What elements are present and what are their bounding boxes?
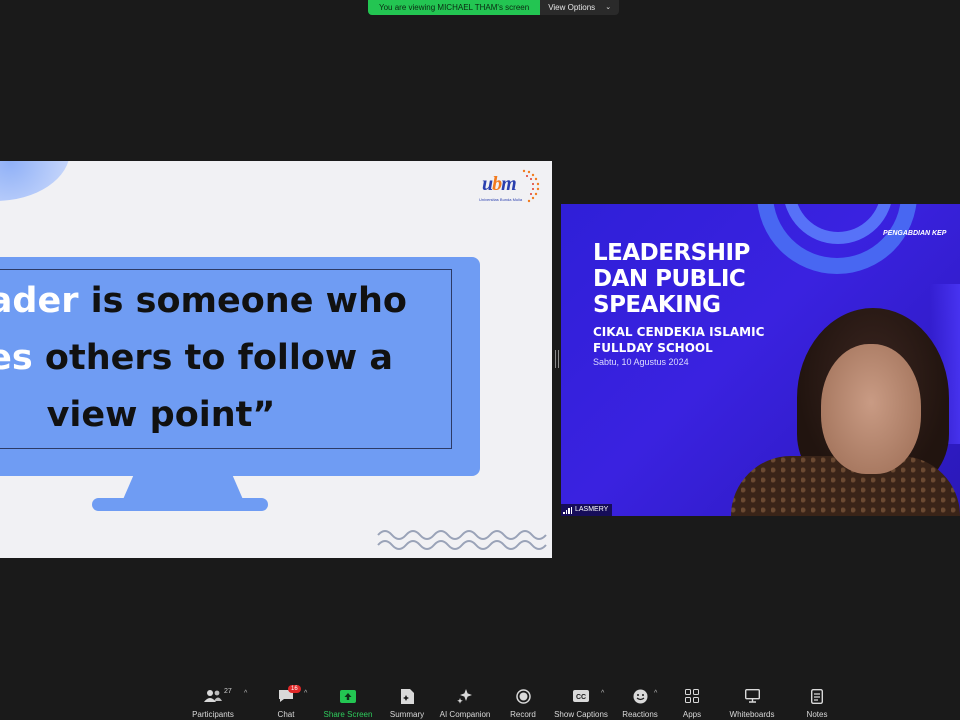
virtual-background-corner-text: PENGABDIAN KEP [883,230,947,237]
notes-label: Notes [806,710,828,719]
split-view-resize-handle[interactable] [555,350,559,368]
ubm-logo: ubm Universitas Bunda Mulia [478,167,548,213]
share-screen-label: Share Screen [323,710,373,719]
reactions-caret-icon[interactable]: ^ [654,690,657,697]
share-screen-button[interactable]: Share Screen [322,684,374,720]
chat-label: Chat [277,710,295,719]
participants-count: 27 [224,688,232,695]
record-button[interactable]: Record [506,684,540,720]
svg-text:CC: CC [576,694,586,701]
whiteboard-icon [743,687,761,705]
screen-share-banner: You are viewing MICHAEL THAM's screen Vi… [368,0,620,15]
quote-line-1: eader is someone who [0,281,407,321]
apps-label: Apps [682,710,702,719]
participants-icon: 27 [204,687,232,705]
chat-button[interactable]: 16 Chat ^ [270,684,307,720]
record-label: Record [510,710,536,719]
logo-dots-icon [522,169,540,203]
chat-caret-icon[interactable]: ^ [304,690,307,697]
monitor-base [92,498,268,511]
meeting-toolbar: 27 Participants ^ 16 Chat ^ Share Screen… [0,684,960,720]
record-icon [514,687,532,705]
shared-screen-slide: ubm Universitas Bunda Mulia eader is som… [0,161,552,558]
ubm-wordmark: ubm [482,173,517,195]
quote-line-3: view point” [46,395,276,435]
participants-caret-icon[interactable]: ^ [244,690,247,697]
participants-button[interactable]: 27 Participants ^ [190,684,247,720]
whiteboards-label: Whiteboards [729,710,775,719]
chevron-down-icon: ⌄ [605,4,612,11]
chat-icon: 16 [277,685,301,705]
whiteboards-button[interactable]: Whiteboards [726,684,778,720]
title-line: LEADERSHIP [593,240,750,266]
participant-name-tag: LASMERY [561,504,613,516]
view-options-label: View Options [548,3,596,12]
show-captions-label: Show Captions [554,710,608,719]
virtual-background-title: LEADERSHIP DAN PUBLIC SPEAKING [593,240,750,318]
monitor-graphic: eader is someone who ires others to foll… [0,257,480,476]
view-options-button[interactable]: View Options ⌄ [540,0,620,15]
participant-video-tile[interactable]: LEADERSHIP DAN PUBLIC SPEAKING CIKAL CEN… [561,204,960,516]
signal-strength-icon [563,506,572,514]
captions-caret-icon[interactable]: ^ [601,690,604,697]
title-line: SPEAKING [593,292,721,318]
ai-companion-label: AI Companion [439,710,491,719]
emoji-icon [631,687,649,705]
apps-button[interactable]: Apps [678,684,706,720]
ai-companion-button[interactable]: AI Companion [438,684,492,720]
leader-quote: eader is someone who ires others to foll… [0,273,452,444]
notes-button[interactable]: Notes [802,684,832,720]
share-screen-icon [339,687,357,705]
sparkle-icon [456,687,474,705]
participant-name: LASMERY [575,506,609,513]
apps-icon [683,687,701,705]
reactions-label: Reactions [622,710,658,719]
virtual-background-date: Sabtu, 10 Agustus 2024 [593,357,689,367]
decorative-blob [0,161,70,201]
quote-line-2: ires others to follow a [0,338,394,378]
summary-button[interactable]: Summary [388,684,426,720]
chat-unread-badge: 16 [288,685,301,693]
ubm-subtitle: Universitas Bunda Mulia [479,197,523,202]
reactions-button[interactable]: Reactions ^ [620,684,660,720]
show-captions-button[interactable]: CC Show Captions ^ [553,684,609,720]
title-line: DAN PUBLIC [593,266,746,292]
viewing-screen-label: You are viewing MICHAEL THAM's screen [368,0,541,15]
summary-icon [398,687,416,705]
summary-label: Summary [389,710,425,719]
participants-label: Participants [192,710,234,719]
captions-icon: CC [572,687,590,705]
participant-person [731,304,960,516]
notes-icon [808,687,826,705]
meeting-window: You are viewing MICHAEL THAM's screen Vi… [0,0,960,720]
wave-decoration [377,530,547,550]
